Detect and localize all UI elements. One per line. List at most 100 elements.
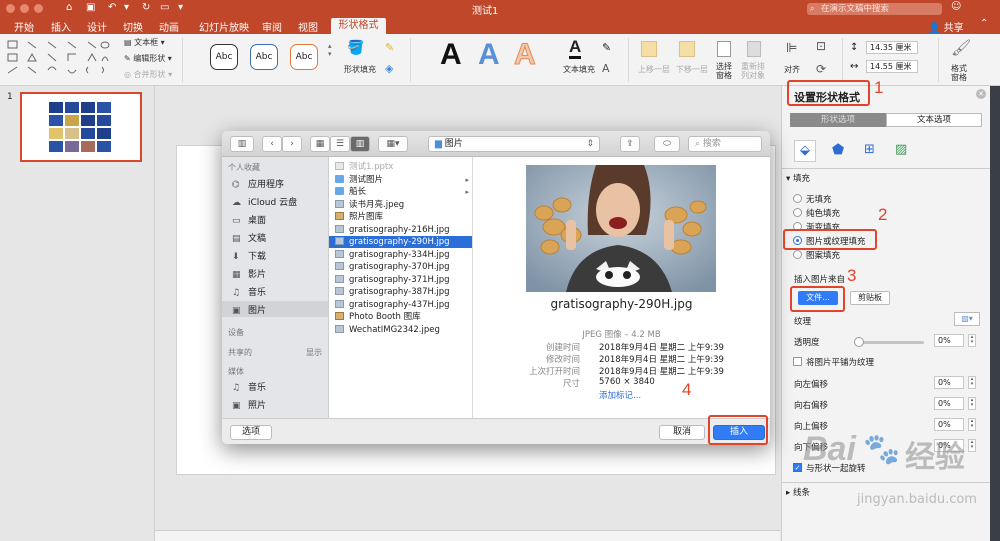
file-row[interactable]: WechatIMG2342.jpeg <box>329 324 472 336</box>
shapes-gallery[interactable] <box>6 39 116 79</box>
file-row[interactable]: Photo Booth 图库 <box>329 311 472 323</box>
file-row[interactable]: 测试1.pptx <box>329 161 472 173</box>
tab-home[interactable]: 开始 <box>14 19 34 34</box>
sidebar-item-media-music[interactable]: ♫ 音乐 <box>232 380 266 393</box>
tab-animations[interactable]: 动画 <box>159 19 179 34</box>
file-row[interactable]: 照片图库 <box>329 211 472 223</box>
shape-style-3[interactable]: Abc <box>290 44 318 70</box>
folder-row[interactable]: 测试图片 ▸ <box>329 174 472 186</box>
tab-shape-format[interactable]: 形状格式 <box>331 18 386 34</box>
tags-button[interactable]: ⬭ <box>654 136 680 152</box>
offset-left-field[interactable]: 0% <box>934 376 964 389</box>
wordart-style-3[interactable]: A <box>514 38 537 72</box>
selection-pane-button[interactable]: 选择 窗格 <box>716 62 732 80</box>
align-button[interactable]: 对齐 <box>784 64 800 75</box>
transparency-slider-handle[interactable] <box>854 337 864 347</box>
fill-section-header[interactable]: ▾ 填充 <box>786 172 810 184</box>
smiley-icon[interactable]: ☺ <box>951 1 961 12</box>
column-view-button[interactable]: ▥ <box>350 136 370 152</box>
merge-shapes-button[interactable]: ◎ 合并形状 ▾ <box>124 69 172 80</box>
tab-view[interactable]: 视图 <box>298 19 318 34</box>
dialog-search-input[interactable]: ⌕ 搜索 <box>688 136 762 152</box>
forward-button[interactable]: › <box>282 136 302 152</box>
rotate-icon[interactable]: ⟳ <box>816 62 826 76</box>
present-icon[interactable]: ▭ <box>160 2 169 13</box>
slide-thumbnail[interactable] <box>20 92 142 162</box>
file-row[interactable]: gratisography-290H.jpg <box>329 236 472 248</box>
file-row[interactable]: gratisography-371H.jpg <box>329 274 472 286</box>
tab-slideshow[interactable]: 幻灯片放映 <box>199 19 249 34</box>
sidebar-item-desktop[interactable]: ▭ 桌面 <box>232 213 266 226</box>
list-view-button[interactable]: ☰ <box>330 136 350 152</box>
shape-effects-icon[interactable]: ◈ <box>385 62 393 75</box>
location-popup[interactable]: ▆ 图片 ⇕ <box>428 136 600 152</box>
reorder-objects-button[interactable]: 重新排 列对象 <box>741 62 765 80</box>
send-backward-button[interactable]: 下移一层 <box>676 64 708 75</box>
format-pane-button[interactable]: 格式 窗格 <box>951 64 967 82</box>
shape-width-field[interactable]: 14.55 厘米 <box>866 60 918 73</box>
close-window-button[interactable] <box>6 4 15 13</box>
sidebar-item-movies[interactable]: ▦ 影片 <box>232 267 266 280</box>
back-button[interactable]: ‹ <box>262 136 282 152</box>
tab-review[interactable]: 审阅 <box>262 19 282 34</box>
text-outline-icon[interactable]: ✎ <box>602 41 611 54</box>
minimize-window-button[interactable] <box>20 4 29 13</box>
no-fill-radio[interactable] <box>793 194 802 203</box>
texture-picker[interactable]: ▨▾ <box>954 312 980 326</box>
sidebar-item-icloud[interactable]: ☁ iCloud 云盘 <box>232 195 297 208</box>
notes-pane[interactable] <box>155 530 780 541</box>
options-button[interactable]: 选项 <box>230 425 272 440</box>
shared-show-link[interactable]: 显示 <box>306 347 322 358</box>
shape-fill-label[interactable]: 形状填充 <box>344 64 376 75</box>
textbox-button[interactable]: ▤ 文本框 ▾ <box>124 37 165 48</box>
tab-text-options[interactable]: 文本选项 <box>886 113 982 127</box>
sidebar-item-photos[interactable]: ▣ 照片 <box>232 398 266 411</box>
text-fill-icon[interactable]: A <box>569 38 582 59</box>
sidebar-item-downloads[interactable]: ⬇ 下载 <box>232 249 266 262</box>
transparency-field[interactable]: 0% <box>934 334 964 347</box>
tab-design[interactable]: 设计 <box>87 19 107 34</box>
file-row[interactable]: gratisography-387H.jpg <box>329 286 472 298</box>
solid-fill-radio[interactable] <box>793 208 802 217</box>
offset-left-stepper[interactable]: ▴ ▾ <box>968 376 976 389</box>
cancel-button[interactable]: 取消 <box>659 425 705 440</box>
add-tags-link[interactable]: 添加标记... <box>599 389 641 401</box>
redo-icon[interactable]: ↻ <box>142 2 150 13</box>
sidebar-item-music[interactable]: ♫ 音乐 <box>232 285 266 298</box>
sidebar-item-applications[interactable]: ⌬ 应用程序 <box>232 177 284 190</box>
size-properties-icon[interactable]: ⊞ <box>864 142 875 157</box>
zoom-window-button[interactable] <box>34 4 43 13</box>
effects-icon[interactable]: ⬟ <box>832 142 844 158</box>
home-icon[interactable]: ⌂ <box>66 2 72 13</box>
gallery-view-button[interactable]: ▦▾ <box>378 136 408 152</box>
file-row[interactable]: gratisography-370H.jpg <box>329 261 472 273</box>
tab-transitions[interactable]: 切换 <box>123 19 143 34</box>
edit-shape-button[interactable]: ✎ 编辑形状 ▾ <box>124 53 172 64</box>
shape-style-1[interactable]: Abc <box>210 44 238 70</box>
gallery-scroll-icon[interactable]: ▴ ▾ <box>328 42 332 58</box>
file-row[interactable]: gratisography-437H.jpg <box>329 299 472 311</box>
collapse-ribbon-icon[interactable]: ⌃ <box>980 18 988 29</box>
fill-line-icon[interactable]: ⬙ <box>794 140 816 162</box>
shape-style-2[interactable]: Abc <box>250 44 278 70</box>
offset-right-field[interactable]: 0% <box>934 397 964 410</box>
close-icon[interactable]: ✕ <box>976 89 986 99</box>
file-row[interactable]: 读书月亮.jpeg <box>329 199 472 211</box>
text-fill-label[interactable]: 文本填充 <box>563 64 595 75</box>
icon-view-button[interactable]: ▦ <box>310 136 330 152</box>
wordart-style-2[interactable]: A <box>478 38 500 72</box>
share-button-dialog[interactable]: ⇪ <box>620 136 640 152</box>
undo-icon[interactable]: ↶ <box>108 2 116 13</box>
share-button[interactable]: 👤 共享 <box>928 19 964 34</box>
transparency-slider[interactable] <box>858 341 924 344</box>
sidebar-item-documents[interactable]: ▤ 文稿 <box>232 231 266 244</box>
offset-right-stepper[interactable]: ▴ ▾ <box>968 397 976 410</box>
sidebar-item-pictures[interactable]: ▣ 图片 <box>232 303 266 316</box>
folder-row[interactable]: 船长 ▸ <box>329 186 472 198</box>
clipboard-button[interactable]: 剪贴板 <box>850 291 890 305</box>
bring-forward-button[interactable]: 上移一层 <box>638 64 670 75</box>
tab-shape-options[interactable]: 形状选项 <box>790 113 886 127</box>
picture-icon[interactable]: ▨ <box>895 142 907 157</box>
shape-outline-icon[interactable]: ✎ <box>385 41 394 54</box>
more-icon[interactable]: ▾ <box>178 2 183 13</box>
